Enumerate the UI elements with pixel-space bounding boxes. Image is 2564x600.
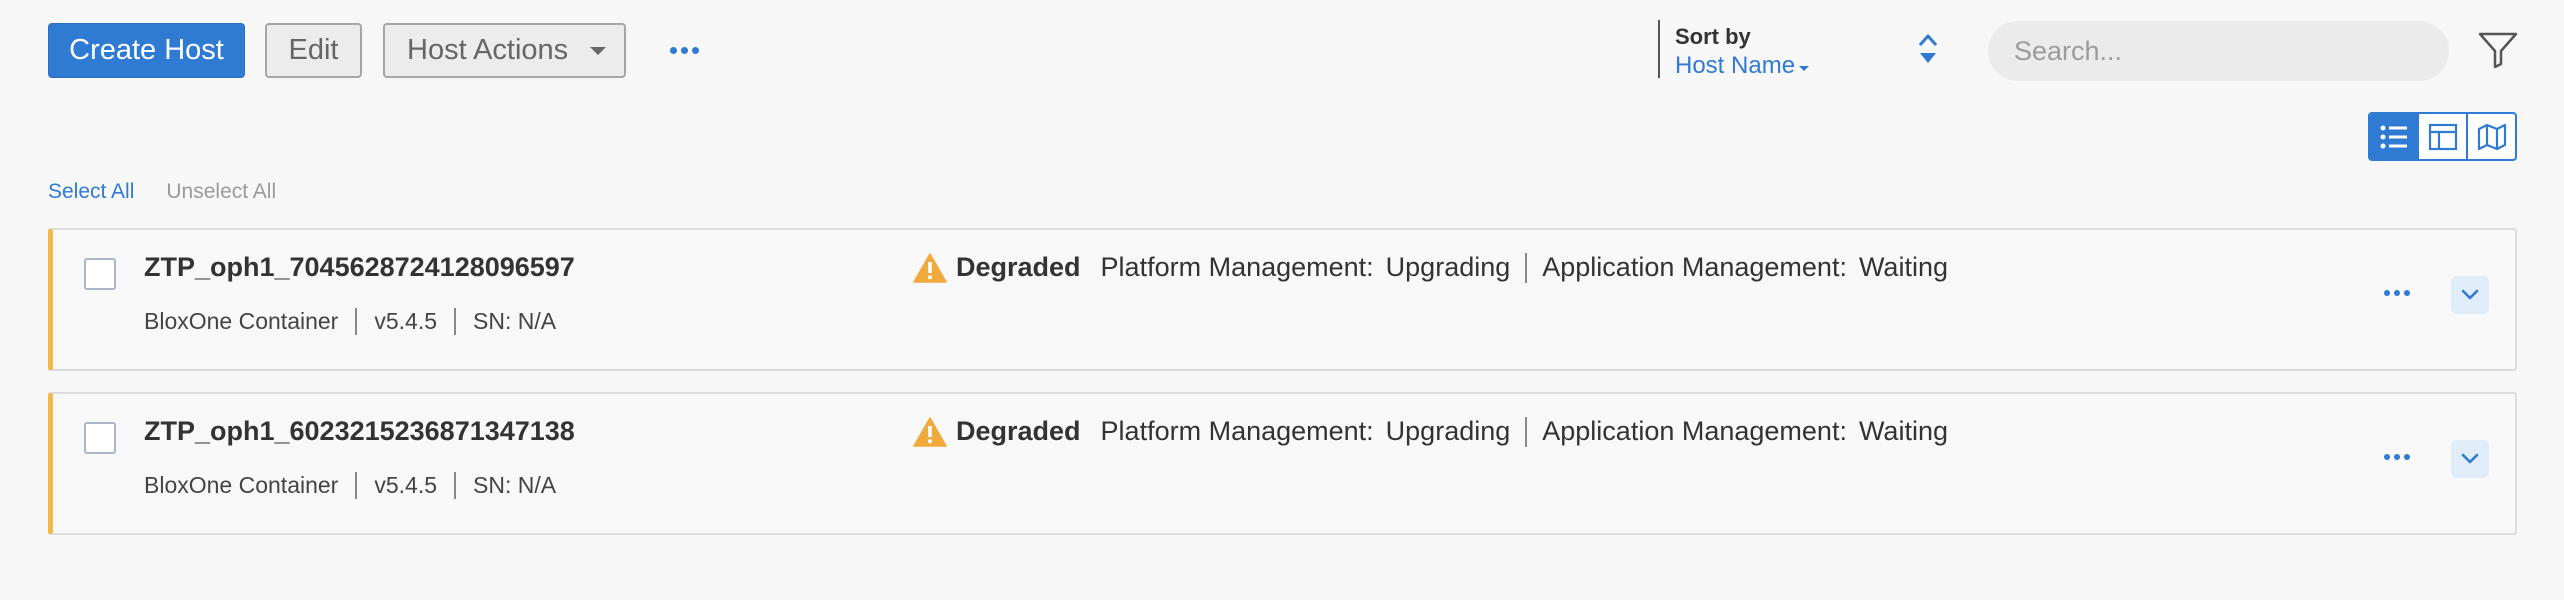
search-input[interactable] xyxy=(1988,21,2449,81)
host-meta: BloxOne Container v5.4.5 SN: N/A xyxy=(144,472,556,499)
host-checkbox[interactable] xyxy=(84,258,116,290)
host-card: ZTP_oph1_6023215236871347138 BloxOne Con… xyxy=(48,392,2517,535)
status-badge: Degraded xyxy=(956,416,1081,446)
chevron-down-icon xyxy=(2461,289,2479,300)
host-actions-dropdown[interactable]: Host Actions xyxy=(383,23,626,78)
host-meta: BloxOne Container v5.4.5 SN: N/A xyxy=(144,308,556,335)
caret-down-icon xyxy=(1799,65,1810,71)
create-host-button[interactable]: Create Host xyxy=(48,23,245,78)
platform-management-value: Upgrading xyxy=(1385,416,1511,446)
divider xyxy=(1525,252,1528,283)
status-badge: Degraded xyxy=(956,252,1081,282)
divider xyxy=(454,308,456,335)
application-management-label: Application Management: xyxy=(1542,252,1847,282)
expand-button[interactable] xyxy=(2451,440,2489,478)
host-name: ZTP_oph1_6023215236871347138 xyxy=(144,416,575,446)
host-status: Degraded Platform Management: Upgrading … xyxy=(913,416,1948,447)
host-version: v5.4.5 xyxy=(374,472,437,498)
list-view-button[interactable] xyxy=(2370,114,2417,159)
platform-management-label: Platform Management: xyxy=(1100,252,1374,282)
expand-button[interactable] xyxy=(2451,276,2489,314)
layout-view-icon xyxy=(2428,123,2457,150)
select-all-link[interactable]: Select All xyxy=(48,180,134,204)
host-actions-label: Host Actions xyxy=(407,34,569,66)
host-card: ZTP_oph1_7045628724128096597 BloxOne Con… xyxy=(48,228,2517,371)
platform-management-value: Upgrading xyxy=(1385,252,1511,282)
more-actions-icon[interactable] xyxy=(670,47,699,54)
host-name: ZTP_oph1_7045628724128096597 xyxy=(144,252,575,282)
chevron-down-icon xyxy=(2461,453,2479,464)
divider xyxy=(1525,416,1528,447)
divider xyxy=(355,308,358,335)
divider xyxy=(355,472,358,499)
host-status: Degraded Platform Management: Upgrading … xyxy=(913,252,1948,283)
map-view-button[interactable] xyxy=(2466,114,2515,159)
host-checkbox[interactable] xyxy=(84,422,116,454)
host-more-icon[interactable] xyxy=(2384,290,2410,296)
application-management-value: Waiting xyxy=(1858,416,1948,446)
host-serial: SN: N/A xyxy=(473,472,557,498)
sort-toggle-icon[interactable] xyxy=(1916,30,1940,70)
host-type: BloxOne Container xyxy=(144,472,339,498)
selection-links: Select All Unselect All xyxy=(48,180,276,204)
sort-control: Sort by Host Name xyxy=(1658,20,1958,79)
host-version: v5.4.5 xyxy=(374,308,437,334)
host-more-icon[interactable] xyxy=(2384,454,2410,460)
host-serial: SN: N/A xyxy=(473,308,557,334)
map-view-icon xyxy=(2477,123,2506,150)
toolbar: Create Host Edit Host Actions xyxy=(48,23,699,78)
view-switcher xyxy=(2368,112,2517,161)
filter-icon[interactable] xyxy=(2477,30,2519,70)
layout-view-button[interactable] xyxy=(2417,114,2466,159)
list-view-icon xyxy=(2380,125,2407,148)
edit-button[interactable]: Edit xyxy=(265,23,362,78)
caret-down-icon xyxy=(590,46,607,55)
sort-field-value: Host Name xyxy=(1675,52,1796,79)
warning-icon xyxy=(913,252,947,283)
divider xyxy=(454,472,456,499)
application-management-value: Waiting xyxy=(1858,252,1948,282)
host-type: BloxOne Container xyxy=(144,308,339,334)
platform-management-label: Platform Management: xyxy=(1100,416,1374,446)
unselect-all-link[interactable]: Unselect All xyxy=(166,180,276,204)
application-management-label: Application Management: xyxy=(1542,416,1847,446)
warning-icon xyxy=(913,416,947,447)
